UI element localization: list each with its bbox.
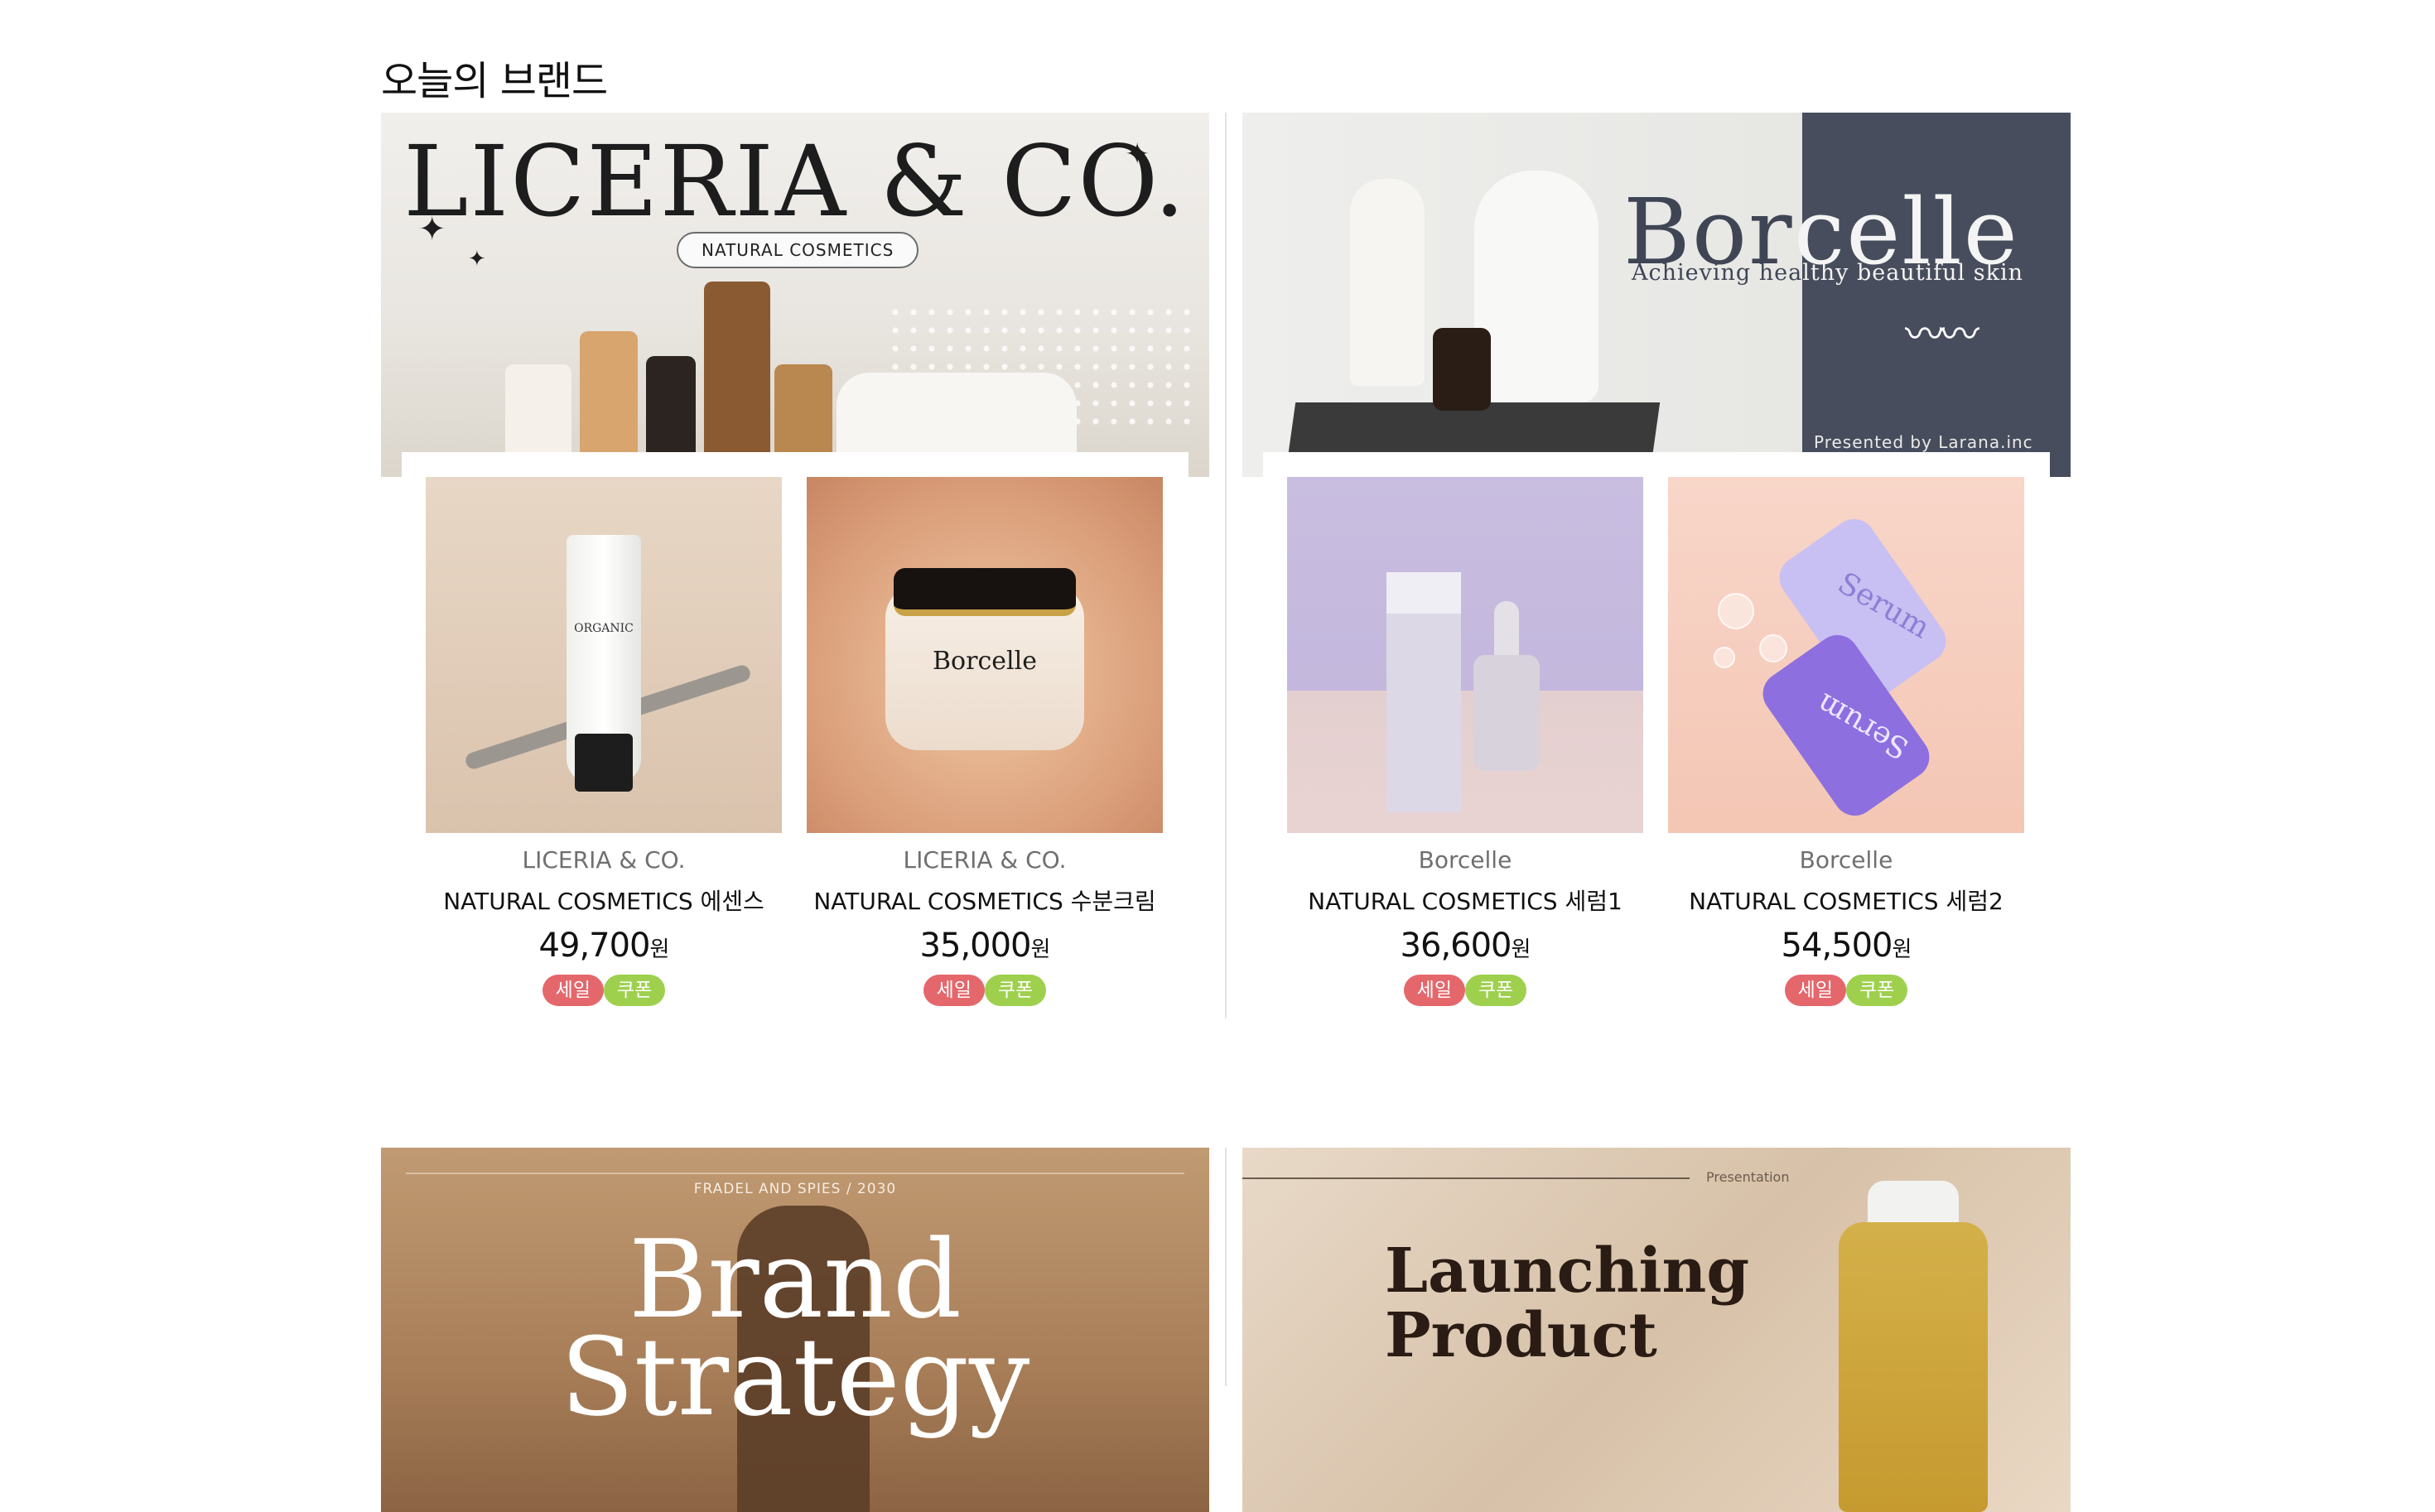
banner-subtitle: Achieving healthy beautiful skin [1632,260,2024,286]
product-brand: Borcelle [1799,846,1893,874]
banner-rule [406,1173,1184,1174]
product-price: 49,700원 [538,927,670,965]
banner-pill: NATURAL COSMETICS [677,232,919,268]
product-price: 54,500원 [1781,927,1912,965]
product-name[interactable]: NATURAL COSMETICS 에센스 [426,884,782,917]
sparkle-icon: ✦ [468,247,486,272]
product-brand: LICERIA & CO. [903,846,1067,874]
product-image[interactable]: Serum Serum [1668,477,2024,833]
sale-badge: 세일 [923,975,985,1006]
jar-lid-decoration [894,568,1076,616]
pump-bottle-decoration [1474,171,1598,402]
product-image[interactable]: Borcelle [807,477,1163,833]
brand-banner-liceria[interactable]: LICERIA & CO. ✦ ✦ ✦ NATURAL COSMETICS [381,113,1209,477]
serum-box-decoration [1386,572,1461,812]
bubble-decoration [1714,647,1735,668]
product-card[interactable]: Borcelle NATURAL COSMETICS 세럼1 36,600원 세… [1287,477,1643,1006]
coupon-badge: 쿠폰 [604,975,666,1006]
brand-banner-borcelle[interactable]: Borcelle Achieving healthy beautiful ski… [1242,113,2071,477]
coupon-badge: 쿠폰 [1465,975,1527,1006]
product-card-panel [1263,452,2050,477]
dropper-bottle-decoration [1433,328,1491,411]
banner-presented-by: Presented by Larana.inc [1814,432,2033,452]
sale-badge: 세일 [1403,975,1465,1006]
product-image-label: Borcelle [933,647,1037,676]
towel-decoration [837,373,1077,455]
coupon-badge: 쿠폰 [985,975,1047,1006]
bubble-decoration [1759,634,1787,662]
banner-title: Launching Product [1385,1235,1750,1371]
wave-icon: 〰〰 [1905,311,1979,358]
product-card[interactable]: Borcelle LICERIA & CO. NATURAL COSMETICS… [807,477,1163,1006]
product-price: 36,600원 [1400,927,1531,965]
product-image[interactable] [1287,477,1643,833]
banner-title: LICERIA & CO. [403,124,1187,238]
product-price: 35,000원 [919,927,1051,965]
serum-bottle-decoration [1473,655,1540,771]
bottle-decoration [774,364,832,455]
bottle-decoration [704,282,770,455]
banner-side-panel [1802,113,2071,477]
perfume-bottle-decoration [1839,1222,1988,1512]
bottle-decoration [580,331,638,455]
product-name[interactable]: NATURAL COSMETICS 세럼1 [1287,884,1643,917]
column-divider [1225,113,1227,1018]
banner-kicker: Presentation [1706,1169,1790,1185]
sale-badge: 세일 [542,975,604,1006]
product-card[interactable]: ORGANIC LICERIA & CO. NATURAL COSMETICS … [426,477,782,1006]
bubble-decoration [1718,593,1754,629]
product-card-panel [402,452,1189,477]
brand-banner-brand-strategy[interactable]: FRADEL AND SPIES / 2030 Brand Strategy [381,1148,1209,1512]
product-brand: Borcelle [1418,846,1512,874]
brand-banner-launching-product[interactable]: Presentation Launching Product [1242,1148,2071,1512]
tube-cap-decoration [575,734,633,792]
bottle-decoration [646,356,696,455]
sparkle-icon: ✦ [1125,137,1150,171]
product-name[interactable]: NATURAL COSMETICS 수분크림 [807,884,1163,917]
tube-decoration [1350,179,1425,386]
sale-badge: 세일 [1784,975,1846,1006]
product-brand: LICERIA & CO. [522,846,686,874]
section-title: 오늘의 브랜드 [381,58,608,104]
dropper-decoration [1494,601,1519,659]
product-name[interactable]: NATURAL COSMETICS 세럼2 [1668,884,2024,917]
banner-kicker: FRADEL AND SPIES / 2030 [693,1181,897,1197]
product-image-label: ORGANIC [574,622,634,635]
column-divider-lower [1225,1148,1227,1386]
sparkle-icon: ✦ [418,210,446,248]
product-image[interactable]: ORGANIC [426,477,782,833]
banner-rule [1242,1177,1690,1179]
banner-title: Brand Strategy [560,1216,1030,1440]
coupon-badge: 쿠폰 [1846,975,1908,1006]
candle-decoration [505,364,571,455]
product-card[interactable]: Serum Serum Borcelle NATURAL COSMETICS 세… [1668,477,2024,1006]
